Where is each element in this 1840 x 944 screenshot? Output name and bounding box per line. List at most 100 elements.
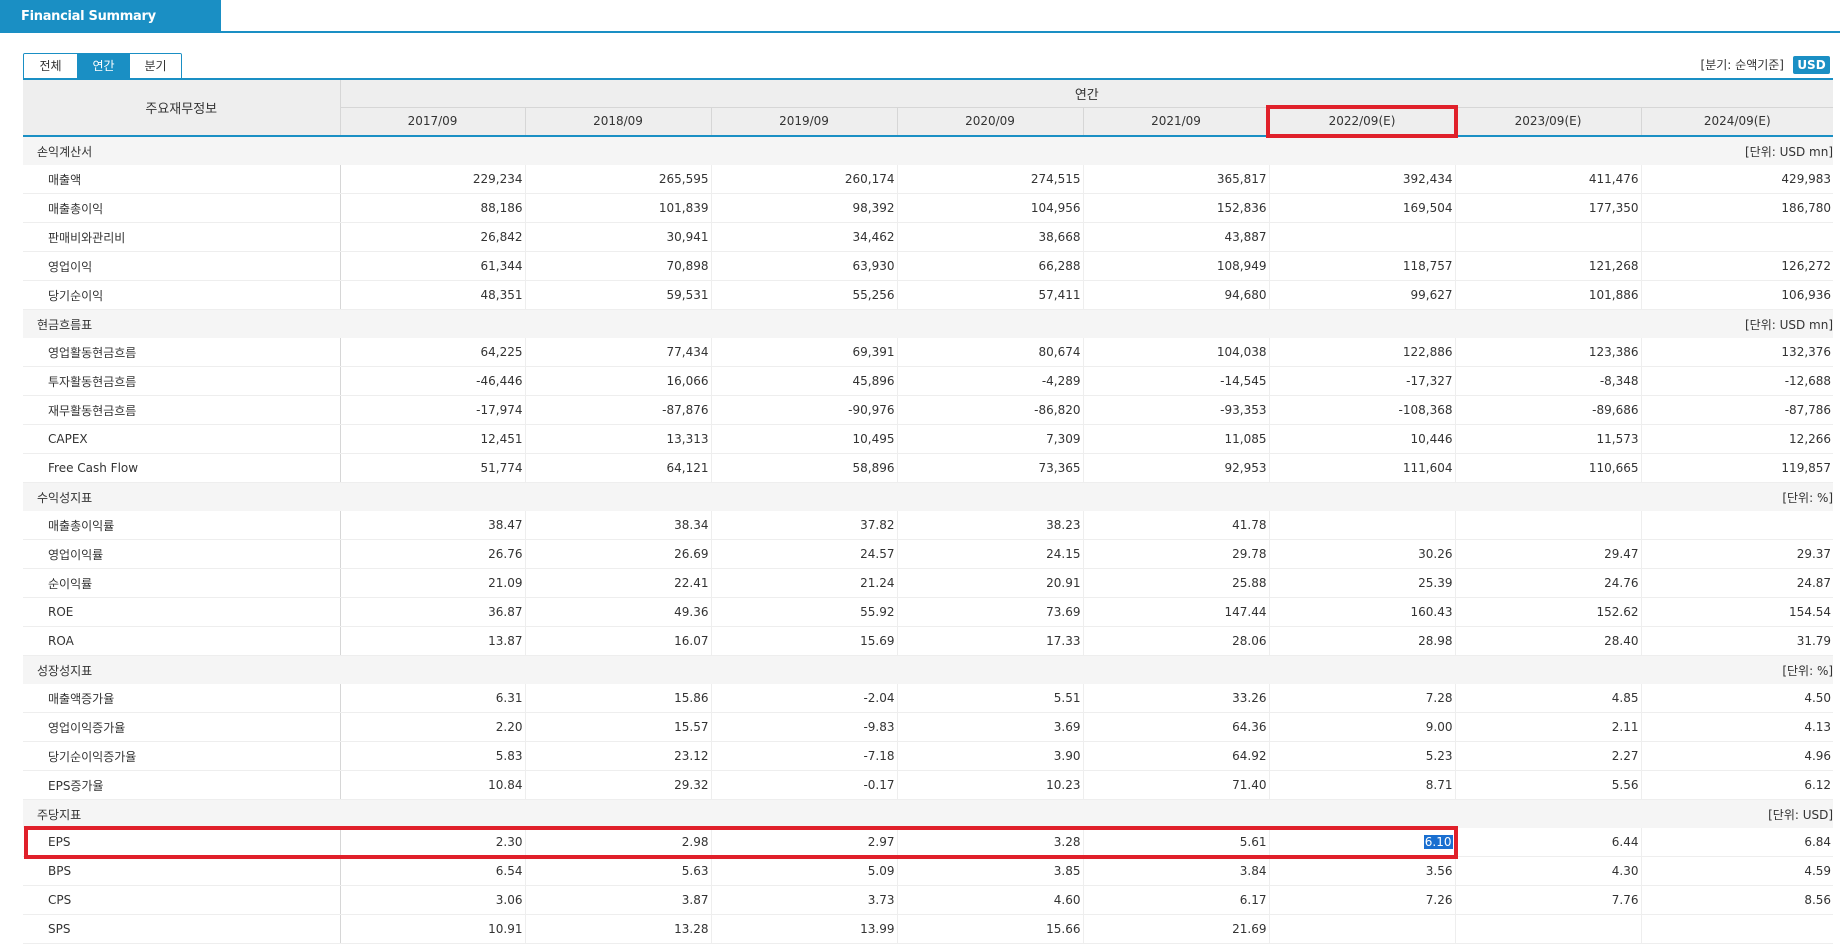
- table-row: SPS 10.91 13.28 13.99 15.66 21.69: [23, 914, 1834, 944]
- table-cell: 2.27: [1455, 741, 1642, 771]
- cell-value: 411,476: [1588, 172, 1639, 186]
- table-cell: 152,836: [1083, 193, 1270, 223]
- cell-value: 169,504: [1402, 201, 1453, 215]
- row-label: 매출액: [23, 165, 341, 194]
- cell-value: 8.56: [1804, 893, 1832, 907]
- cell-value: -87,876: [662, 403, 709, 417]
- cell-value: -17,327: [1406, 374, 1453, 388]
- cell-value: 80,674: [1038, 345, 1081, 359]
- table-cell: 7.76: [1455, 885, 1642, 915]
- table-cell: 3.85: [897, 856, 1084, 886]
- cell-value: 2.11: [1611, 720, 1639, 734]
- table-cell: 28.06: [1083, 626, 1270, 656]
- cell-value: 3.85: [1053, 864, 1081, 878]
- cell-value: 160.43: [1410, 605, 1453, 619]
- table-cell: 12,451: [340, 424, 526, 454]
- cell-value: 4.13: [1804, 720, 1832, 734]
- table-cell: -7.18: [711, 741, 898, 771]
- row-label: 매출총이익률: [23, 511, 341, 540]
- cell-value: -46,446: [476, 374, 523, 388]
- table-cell: 17.33: [897, 626, 1084, 656]
- cell-value: 73.69: [1046, 605, 1081, 619]
- cell-value: 3.56: [1425, 864, 1453, 878]
- cell-value: 147.44: [1224, 605, 1267, 619]
- basis-note: [분기: 순액기준]: [1700, 58, 1784, 72]
- cell-value: 6.84: [1804, 835, 1832, 849]
- table-row: 판매비와관리비 26,842 30,941 34,462 38,668 43,887: [23, 222, 1834, 252]
- cell-value: 4.85: [1611, 691, 1639, 705]
- cell-value: 30.26: [1418, 547, 1453, 561]
- group-header: 연간: [339, 78, 1834, 108]
- table-cell: 152.62: [1455, 597, 1642, 627]
- currency-button[interactable]: USD: [1793, 56, 1830, 74]
- cell-value: 4.60: [1053, 893, 1081, 907]
- table-cell: -93,353: [1083, 395, 1270, 425]
- table-cell: -9.83: [711, 712, 898, 742]
- table-cell: -86,820: [897, 395, 1084, 425]
- cell-value: 3.28: [1053, 835, 1081, 849]
- table-cell: 12,266: [1641, 424, 1834, 454]
- cell-value: 64.92: [1232, 749, 1267, 763]
- cell-value: 33.26: [1232, 691, 1267, 705]
- tab-annual[interactable]: 연간: [78, 54, 130, 79]
- cell-value: 2.27: [1611, 749, 1639, 763]
- cell-value: 121,268: [1588, 259, 1639, 273]
- table-row: 매출총이익률 38.47 38.34 37.82 38.23 41.78: [23, 511, 1834, 540]
- table-cell: 3.90: [897, 741, 1084, 771]
- cell-value: 43,887: [1224, 230, 1267, 244]
- table-cell: 8.56: [1641, 885, 1834, 915]
- section-title: 성장성지표: [23, 655, 1641, 684]
- table-cell: -2.04: [711, 684, 898, 713]
- row-label: 영업이익증가율: [23, 712, 341, 742]
- table-cell: 41.78: [1083, 511, 1270, 540]
- table-cell: 411,476: [1455, 165, 1642, 194]
- table-row: 당기순이익증가율 5.83 23.12 -7.18 3.90 64.92 5.23 2.27 4…: [23, 741, 1834, 771]
- cell-value: -9.83: [863, 720, 895, 734]
- year-header: 2024/09(E): [1640, 107, 1834, 137]
- row-label: 영업이익률: [23, 539, 341, 569]
- cell-value: 3.06: [495, 893, 523, 907]
- cell-value: 110,665: [1588, 461, 1639, 475]
- table-cell: 6.31: [340, 684, 526, 713]
- table-cell: 38,668: [897, 222, 1084, 252]
- tab-quarterly[interactable]: 분기: [130, 54, 181, 79]
- cell-value: 108,949: [1216, 259, 1267, 273]
- table-cell: 70,898: [525, 251, 712, 281]
- cell-value: 55.92: [860, 605, 895, 619]
- cell-value: -87,786: [1784, 403, 1832, 417]
- tab-all[interactable]: 전체: [24, 54, 78, 79]
- cell-value: 58,896: [852, 461, 895, 475]
- cell-value: 38.47: [488, 518, 523, 532]
- table-cell: 64,225: [340, 338, 526, 367]
- table-cell: 2.20: [340, 712, 526, 742]
- row-label: ROE: [23, 597, 341, 627]
- table-cell: -0.17: [711, 770, 898, 800]
- cell-value: 28.98: [1418, 634, 1453, 648]
- table-cell: 7,309: [897, 424, 1084, 454]
- table-cell: 63,930: [711, 251, 898, 281]
- cell-value: 6.44: [1611, 835, 1639, 849]
- table-cell: 88,186: [340, 193, 526, 223]
- financial-summary-tab[interactable]: Financial Summary: [0, 0, 221, 32]
- table-cell: 73,365: [897, 453, 1084, 483]
- table-cell: 122,886: [1269, 338, 1456, 367]
- unit-label: [단위: USD]: [1641, 799, 1834, 828]
- table-cell: 10,495: [711, 424, 898, 454]
- cell-value: 51,774: [480, 461, 523, 475]
- table-cell: 4.50: [1641, 684, 1834, 713]
- cell-value: 41.78: [1232, 518, 1267, 532]
- tab-title: Financial Summary: [21, 9, 156, 24]
- cell-value: 104,038: [1216, 345, 1267, 359]
- row-label: EPS: [23, 828, 341, 857]
- cell-value: 23.12: [674, 749, 709, 763]
- table-cell: 169,504: [1269, 193, 1456, 223]
- cell-value: 94,680: [1224, 288, 1267, 302]
- cell-value: 5.09: [867, 864, 895, 878]
- table-cell: 5.83: [340, 741, 526, 771]
- table-cell: 4.13: [1641, 712, 1834, 742]
- table-cell: 25.39: [1269, 568, 1456, 598]
- table-row: CAPEX 12,451 13,313 10,495 7,309 11,085 10,446…: [23, 424, 1834, 454]
- cell-value: -4,289: [1041, 374, 1081, 388]
- cell-value: 57,411: [1038, 288, 1081, 302]
- cell-value: 7.28: [1425, 691, 1453, 705]
